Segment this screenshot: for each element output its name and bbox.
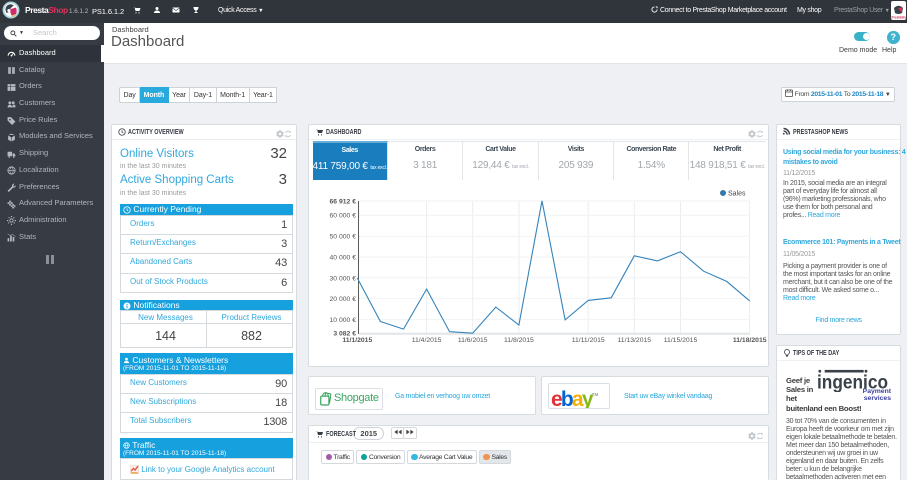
svg-text:66 912 €: 66 912 €	[330, 199, 357, 206]
svg-text:11/4/2015: 11/4/2015	[412, 337, 442, 344]
svg-text:11/8/2015: 11/8/2015	[504, 337, 534, 344]
svg-text:50 000 €: 50 000 €	[330, 234, 357, 241]
svg-text:Sales: Sales	[728, 191, 746, 198]
svg-text:11/11/2015: 11/11/2015	[572, 337, 605, 344]
svg-text:60 000 €: 60 000 €	[330, 213, 357, 220]
svg-text:20 000 €: 20 000 €	[330, 296, 357, 303]
svg-text:11/13/2015: 11/13/2015	[618, 337, 652, 344]
svg-text:PrestaShop: PrestaShop	[892, 16, 907, 20]
svg-text:30 000 €: 30 000 €	[330, 275, 357, 282]
svg-text:11/15/2015: 11/15/2015	[664, 337, 698, 344]
svg-text:40 000 €: 40 000 €	[330, 255, 357, 262]
svg-text:11/1/2015: 11/1/2015	[342, 337, 372, 344]
svg-text:11/6/2015: 11/6/2015	[458, 337, 488, 344]
svg-text:10 000 €: 10 000 €	[330, 317, 357, 324]
svg-text:11/18/2015: 11/18/2015	[733, 337, 767, 344]
